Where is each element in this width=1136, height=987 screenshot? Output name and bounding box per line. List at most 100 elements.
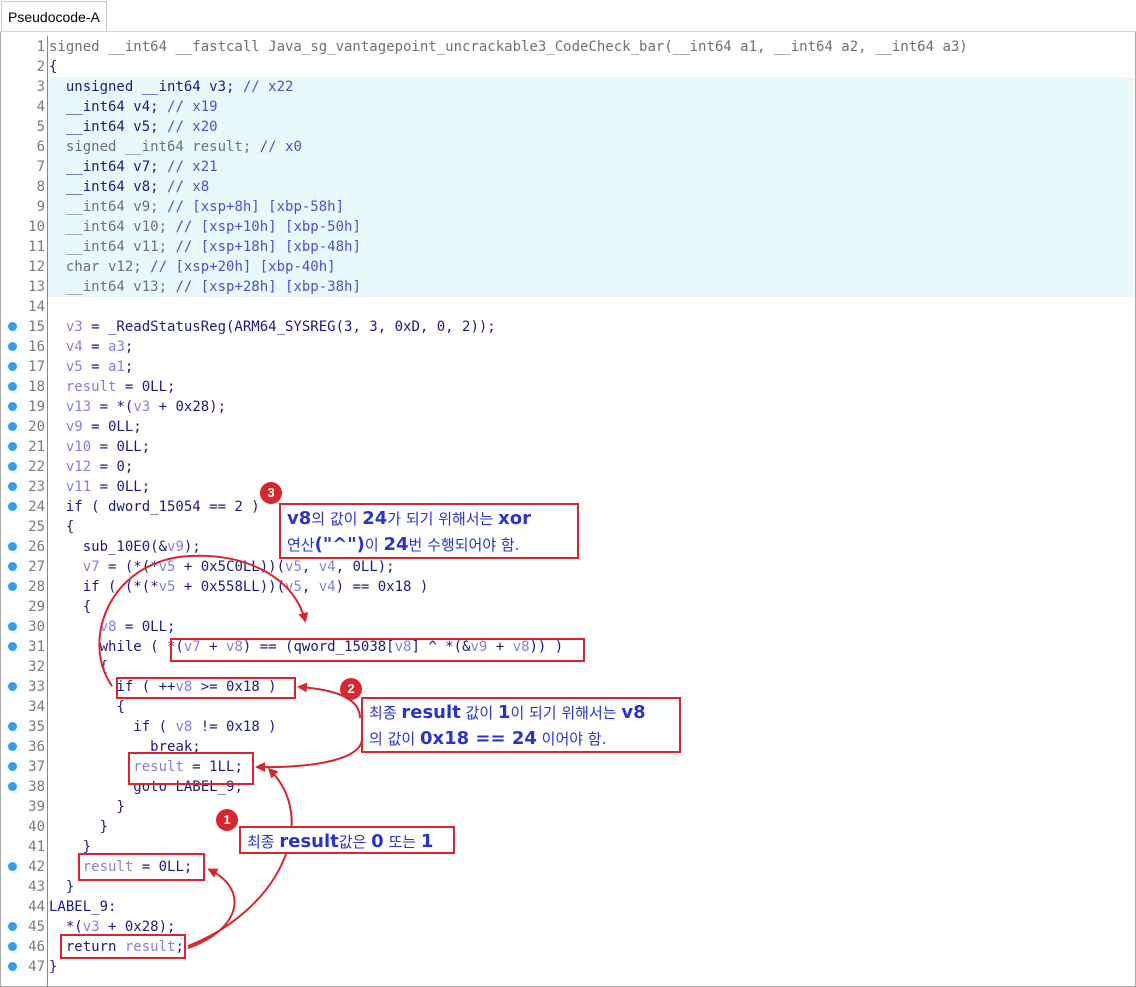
code-line[interactable]: 19 v13 = *(v3 + 0x28); [0, 397, 1134, 417]
breakpoint-dot-icon[interactable] [8, 362, 17, 371]
line-number: 22 [28, 459, 45, 475]
code-text: result = 0LL; [66, 377, 176, 397]
code-line[interactable]: 17 v5 = a1; [0, 357, 1134, 377]
code-text: if ( dword_15054 == 2 ) [66, 497, 260, 517]
line-number: 11 [28, 239, 45, 255]
code-line[interactable]: 29 { [0, 597, 1134, 617]
note-text: 0x18 == 24 [419, 728, 537, 749]
note-text: result [279, 831, 339, 852]
code-text: v3 = _ReadStatusReg(ARM64_SYSREG(3, 3, 0… [66, 317, 496, 337]
code-text: v5 = a1; [66, 357, 133, 377]
code-line[interactable]: 27 v7 = (*(*v5 + 0x5C0LL))(v5, v4, 0LL); [0, 557, 1134, 577]
line-number: 47 [28, 959, 45, 975]
breakpoint-dot-icon[interactable] [8, 722, 17, 731]
breakpoint-dot-icon[interactable] [8, 322, 17, 331]
breakpoint-dot-icon[interactable] [8, 542, 17, 551]
code-line[interactable]: 8 __int64 v8; // x8 [0, 177, 1134, 197]
code-text: } [116, 797, 124, 817]
breakpoint-dot-icon[interactable] [8, 682, 17, 691]
code-line[interactable]: 11 __int64 v11; // [xsp+18h] [xbp-48h] [0, 237, 1134, 257]
breakpoint-dot-icon[interactable] [8, 462, 17, 471]
code-line[interactable]: 40} [0, 817, 1134, 837]
breakpoint-dot-icon[interactable] [8, 502, 17, 511]
code-token: = 0LL; [82, 419, 142, 435]
breakpoint-dot-icon[interactable] [8, 442, 17, 451]
line-number: 33 [28, 679, 45, 695]
breakpoint-dot-icon[interactable] [8, 962, 17, 971]
code-line[interactable]: 6 signed __int64 result; // x0 [0, 137, 1134, 157]
code-line[interactable]: 14 [0, 297, 1134, 317]
code-token: { [49, 59, 58, 75]
breakpoint-dot-icon[interactable] [8, 342, 17, 351]
code-text: { [83, 597, 91, 617]
code-text: LABEL_9: [49, 897, 116, 917]
code-line[interactable]: 16 v4 = a3; [0, 337, 1134, 357]
line-number: 18 [28, 379, 45, 395]
breakpoint-dot-icon[interactable] [8, 782, 17, 791]
code-token: __int64 v7; [65, 159, 168, 175]
breakpoint-dot-icon[interactable] [8, 482, 17, 491]
badge-3: 3 [260, 482, 282, 504]
code-line[interactable]: 20 v9 = 0LL; [0, 417, 1134, 437]
breakpoint-dot-icon[interactable] [8, 382, 17, 391]
breakpoint-dot-icon[interactable] [8, 402, 17, 411]
breakpoint-dot-icon[interactable] [8, 862, 17, 871]
line-number: 27 [28, 559, 45, 575]
line-number: 14 [28, 299, 45, 315]
code-text: __int64 v8; // x8 [66, 177, 209, 197]
code-token: // [xsp+18h] [xbp-48h] [175, 239, 361, 255]
code-line[interactable]: 39} [0, 797, 1134, 817]
breakpoint-dot-icon[interactable] [8, 942, 17, 951]
code-line[interactable]: 13 __int64 v13; // [xsp+28h] [xbp-38h] [0, 277, 1134, 297]
code-line[interactable]: 30 v8 = 0LL; [0, 617, 1134, 637]
code-token: v8 [99, 619, 117, 635]
breakpoint-dot-icon[interactable] [8, 422, 17, 431]
breakpoint-dot-icon[interactable] [8, 562, 17, 571]
code-line[interactable]: 4 __int64 v4; // x19 [0, 97, 1134, 117]
note-text: 24 [383, 534, 409, 555]
badge-2: 2 [340, 678, 362, 700]
breakpoint-dot-icon[interactable] [8, 582, 17, 591]
code-token: if ( (*(* [82, 579, 159, 595]
code-token: { [116, 699, 125, 715]
line-number: 7 [36, 159, 45, 175]
code-line[interactable]: 1 signed __int64 __fastcall Java_sg_vanta… [0, 37, 1134, 57]
code-token: ; [124, 339, 134, 355]
line-number: 1 [36, 39, 45, 55]
breakpoint-dot-icon[interactable] [8, 742, 17, 751]
code-line[interactable]: 15 v3 = _ReadStatusReg(ARM64_SYSREG(3, 3,… [0, 317, 1134, 337]
code-token: v3 [65, 319, 83, 335]
line-number: 31 [28, 639, 45, 655]
code-text: __int64 v5; // x20 [66, 117, 218, 137]
code-text: } [100, 817, 108, 837]
code-line[interactable]: 7 __int64 v7; // x21 [0, 157, 1134, 177]
breakpoint-dot-icon[interactable] [8, 922, 17, 931]
code-text: signed __int64 __fastcall Java_sg_vantag… [49, 37, 968, 57]
code-token: ; [124, 359, 134, 375]
breakpoint-dot-icon[interactable] [8, 622, 17, 631]
code-line[interactable]: 12 char v12; // [xsp+20h] [xbp-40h] [0, 257, 1134, 277]
code-line[interactable]: 47} [0, 957, 1134, 977]
code-line[interactable]: 18 result = 0LL; [0, 377, 1134, 397]
line-number: 6 [36, 139, 45, 155]
code-token: char v12; [65, 259, 151, 275]
breakpoint-dot-icon[interactable] [8, 762, 17, 771]
code-token: ); [183, 539, 201, 555]
code-line[interactable]: 44 LABEL_9: [0, 897, 1134, 917]
code-token: __int64 v5; [65, 119, 168, 135]
tab-pseudocode-a[interactable]: Pseudocode-A [1, 1, 107, 31]
line-number: 40 [28, 819, 45, 835]
code-line[interactable]: 23 v11 = 0LL; [0, 477, 1134, 497]
breakpoint-dot-icon[interactable] [8, 642, 17, 651]
code-line[interactable]: 9 __int64 v9; // [xsp+8h] [xbp-58h] [0, 197, 1134, 217]
code-token: = _ReadStatusReg(ARM64_SYSREG(3, 3, 0xD,… [82, 319, 496, 335]
code-text: signed __int64 result; // x0 [66, 137, 302, 157]
code-line[interactable]: 3 unsigned __int64 v3; // x22 [0, 77, 1134, 97]
code-line[interactable]: 21 v10 = 0LL; [0, 437, 1134, 457]
note-line: 최종 result 값이 1이 되기 위해서는 v8 [369, 700, 673, 726]
code-line[interactable]: 10 __int64 v10; // [xsp+10h] [xbp-50h] [0, 217, 1134, 237]
code-line[interactable]: 2{ [0, 57, 1134, 77]
code-line[interactable]: 28 if ( (*(*v5 + 0x558LL))(v5, v4) == 0x1… [0, 577, 1134, 597]
code-line[interactable]: 5 __int64 v5; // x20 [0, 117, 1134, 137]
code-line[interactable]: 22 v12 = 0; [0, 457, 1134, 477]
